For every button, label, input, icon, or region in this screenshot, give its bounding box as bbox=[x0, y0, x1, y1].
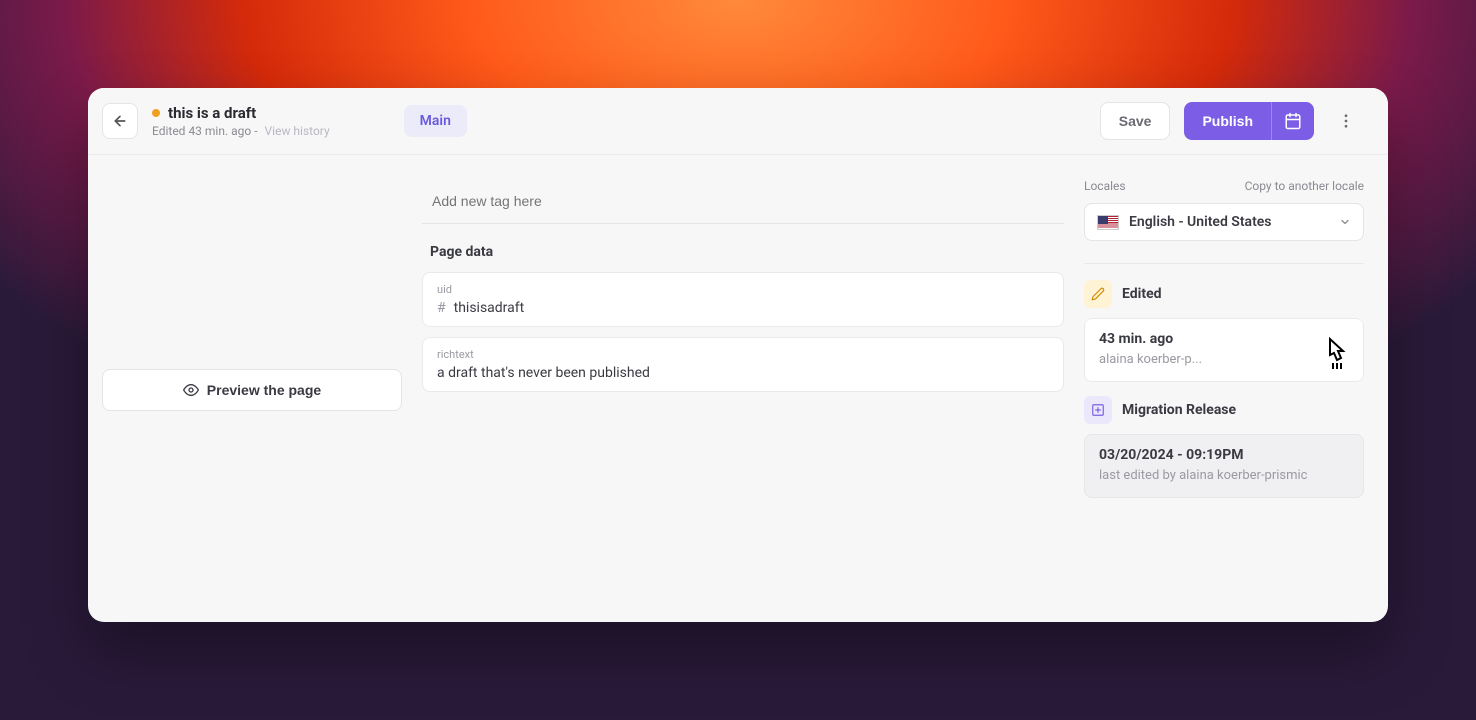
tab-main[interactable]: Main bbox=[404, 105, 467, 137]
title-block: this is a draft Edited 43 min. ago - Vie… bbox=[152, 104, 330, 138]
edited-prefix: Edited bbox=[152, 124, 188, 138]
eye-icon bbox=[183, 382, 199, 398]
edited-card[interactable]: 43 min. ago alaina koerber-p... bbox=[1084, 318, 1364, 382]
left-column: Preview the page bbox=[102, 179, 402, 598]
kebab-icon bbox=[1337, 112, 1355, 130]
edited-card-time: 43 min. ago bbox=[1099, 331, 1349, 347]
uid-label: uid bbox=[437, 283, 1049, 296]
center-column: Page data uid # thisisadraft richtext a … bbox=[422, 179, 1064, 598]
tag-input[interactable] bbox=[422, 179, 1064, 224]
edited-separator: - bbox=[251, 124, 260, 138]
richtext-label: richtext bbox=[437, 348, 1049, 361]
locales-label: Locales bbox=[1084, 179, 1126, 193]
release-section-head: Migration Release bbox=[1084, 396, 1364, 424]
publish-button[interactable]: Publish bbox=[1184, 102, 1271, 140]
richtext-value: a draft that's never been published bbox=[437, 365, 1049, 381]
release-icon bbox=[1084, 396, 1112, 424]
edited-card-author: alaina koerber-p... bbox=[1099, 351, 1349, 369]
publish-group: Publish bbox=[1184, 102, 1314, 140]
release-card-date: 03/20/2024 - 09:19PM bbox=[1099, 447, 1349, 463]
locale-value: English - United States bbox=[1129, 214, 1272, 230]
edited-time: 43 min. ago bbox=[188, 124, 251, 138]
pencil-icon bbox=[1084, 280, 1112, 308]
edited-section-label: Edited bbox=[1122, 286, 1162, 302]
section-page-data-title: Page data bbox=[422, 244, 1064, 260]
view-history-link[interactable]: View history bbox=[265, 124, 330, 138]
release-section-label: Migration Release bbox=[1122, 402, 1236, 418]
edited-subrow: Edited 43 min. ago - View history bbox=[152, 124, 330, 138]
status-dot-draft-icon bbox=[152, 109, 160, 117]
hash-icon: # bbox=[437, 300, 446, 316]
save-button[interactable]: Save bbox=[1100, 102, 1171, 140]
calendar-icon bbox=[1284, 112, 1302, 130]
back-button[interactable] bbox=[102, 103, 138, 139]
richtext-field[interactable]: richtext a draft that's never been publi… bbox=[422, 337, 1064, 392]
arrow-left-icon bbox=[112, 113, 128, 129]
app-window: this is a draft Edited 43 min. ago - Vie… bbox=[88, 88, 1388, 622]
release-card[interactable]: 03/20/2024 - 09:19PM last edited by alai… bbox=[1084, 434, 1364, 498]
page-title: this is a draft bbox=[168, 104, 256, 122]
divider bbox=[1084, 263, 1364, 264]
uid-value: thisisadraft bbox=[454, 300, 525, 316]
header-bar: this is a draft Edited 43 min. ago - Vie… bbox=[88, 88, 1388, 155]
right-column: Locales Copy to another locale English -… bbox=[1084, 179, 1364, 598]
schedule-button[interactable] bbox=[1271, 102, 1314, 140]
more-menu-button[interactable] bbox=[1328, 103, 1364, 139]
uid-field[interactable]: uid # thisisadraft bbox=[422, 272, 1064, 327]
chevron-down-icon bbox=[1339, 216, 1351, 228]
flag-us-icon bbox=[1097, 215, 1119, 230]
locale-select[interactable]: English - United States bbox=[1084, 203, 1364, 241]
body: Preview the page Page data uid # thisisa… bbox=[88, 155, 1388, 622]
release-card-detail: last edited by alaina koerber-prismic bbox=[1099, 467, 1349, 485]
copy-locale-link[interactable]: Copy to another locale bbox=[1245, 179, 1364, 193]
edited-section-head: Edited bbox=[1084, 280, 1364, 308]
preview-label: Preview the page bbox=[207, 382, 321, 398]
preview-page-button[interactable]: Preview the page bbox=[102, 369, 402, 411]
